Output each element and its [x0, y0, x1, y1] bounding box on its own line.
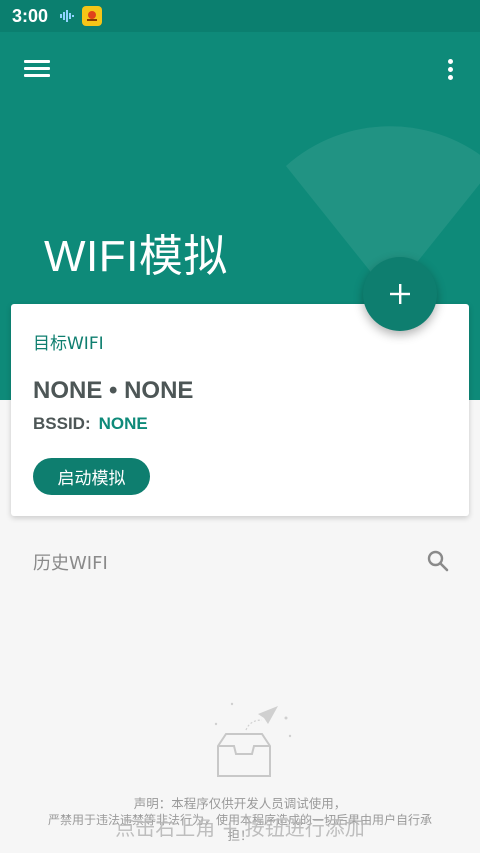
target-ssid: NONE • NONE — [33, 377, 194, 404]
audio-wave-icon — [60, 10, 75, 22]
target-wifi-card: 目标WIFI NONE • NONE BSSID: NONE 启动模拟 — [11, 304, 469, 516]
add-wifi-button[interactable] — [363, 257, 437, 331]
hamburger-menu-icon[interactable] — [24, 56, 52, 80]
bssid-value: NONE — [98, 414, 148, 433]
status-time: 3:00 — [12, 5, 49, 26]
history-wifi-title: 历史WIFI — [33, 553, 108, 574]
disclaimer-line: 声明：本程序仅供开发人员调试使用， — [133, 796, 347, 811]
target-wifi-label: 目标WIFI — [33, 334, 104, 354]
bssid-label: BSSID: — [33, 414, 91, 433]
search-icon[interactable] — [426, 549, 450, 573]
empty-inbox-icon — [214, 702, 292, 777]
empty-state-hint: 点击右上角 + 按钮进行添加 — [115, 816, 365, 840]
status-bar: 3:00 — [0, 0, 480, 32]
target-bssid: BSSID: NONE — [33, 414, 148, 434]
plus-icon — [390, 284, 410, 304]
app-notification-icon — [82, 6, 103, 26]
start-simulation-button[interactable]: 启动模拟 — [33, 458, 150, 495]
page-title: WIFI模拟 — [44, 232, 228, 281]
more-vertical-icon[interactable] — [440, 56, 460, 84]
